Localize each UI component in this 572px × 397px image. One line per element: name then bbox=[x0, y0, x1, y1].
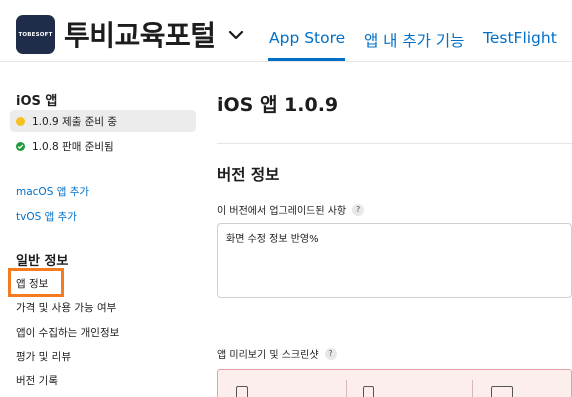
page-title: iOS 앱 1.0.9 bbox=[217, 94, 339, 116]
general-info-section-title: 일반 정보 bbox=[16, 254, 69, 269]
sidebar-version-1-0-8[interactable]: 1.0.8 판매 준비됨 bbox=[10, 135, 196, 157]
ios-app-section-title: iOS 앱 bbox=[16, 94, 58, 109]
checkmark-icon bbox=[16, 141, 25, 151]
iphone-alt-icon[interactable] bbox=[363, 386, 374, 397]
help-icon[interactable]: ? bbox=[324, 347, 337, 360]
sidebar-item-ratings-reviews[interactable]: 평가 및 리뷰 bbox=[16, 349, 71, 364]
version-info-title: 버전 정보 bbox=[217, 166, 280, 184]
app-icon: TOBESOFT bbox=[16, 15, 55, 54]
device-separator bbox=[472, 380, 473, 397]
previews-label-text: 앱 미리보기 및 스크린샷 bbox=[217, 350, 319, 361]
chevron-down-icon[interactable] bbox=[227, 26, 245, 44]
tab-testflight[interactable]: TestFlight bbox=[483, 29, 557, 47]
tab-in-app-purchases[interactable]: 앱 내 추가 기능 bbox=[364, 29, 464, 51]
whats-new-textarea[interactable]: 화면 수정 정보 반영% bbox=[217, 223, 572, 298]
tab-app-store[interactable]: App Store bbox=[269, 29, 345, 47]
logo-text: TOBESOFT bbox=[18, 31, 53, 38]
previews-label: 앱 미리보기 및 스크린샷 ? bbox=[217, 346, 337, 361]
help-icon[interactable]: ? bbox=[352, 203, 365, 216]
add-tvos-app-link[interactable]: tvOS 앱 추가 bbox=[16, 209, 77, 224]
whats-new-label-text: 이 버전에서 업그레이드된 사항 bbox=[217, 206, 347, 217]
pending-status-icon bbox=[16, 116, 25, 126]
whats-new-label: 이 버전에서 업그레이드된 사항 ? bbox=[217, 202, 365, 217]
app-header: TOBESOFT 투비교육포털 App Store 앱 내 추가 기능 Test… bbox=[0, 0, 572, 62]
add-macos-app-link[interactable]: macOS 앱 추가 bbox=[16, 184, 89, 199]
sidebar-item-pricing[interactable]: 가격 및 사용 가능 여부 bbox=[16, 300, 116, 315]
iphone-icon[interactable] bbox=[236, 386, 248, 397]
app-name: 투비교육포털 bbox=[64, 19, 216, 52]
ipad-icon[interactable] bbox=[491, 386, 513, 397]
title-divider bbox=[217, 143, 572, 144]
active-tab-indicator bbox=[268, 58, 345, 61]
device-separator bbox=[346, 380, 347, 397]
version-label: 1.0.8 판매 준비됨 bbox=[32, 140, 114, 153]
sidebar-item-version-history[interactable]: 버전 기록 bbox=[16, 373, 58, 388]
screenshot-drop-area[interactable] bbox=[217, 369, 572, 397]
sidebar-item-privacy[interactable]: 앱이 수집하는 개인정보 bbox=[16, 325, 119, 340]
sidebar-version-1-0-9[interactable]: 1.0.9 제출 준비 중 bbox=[10, 110, 196, 132]
highlight-annotation bbox=[8, 268, 64, 297]
version-label: 1.0.9 제출 준비 중 bbox=[32, 115, 118, 128]
